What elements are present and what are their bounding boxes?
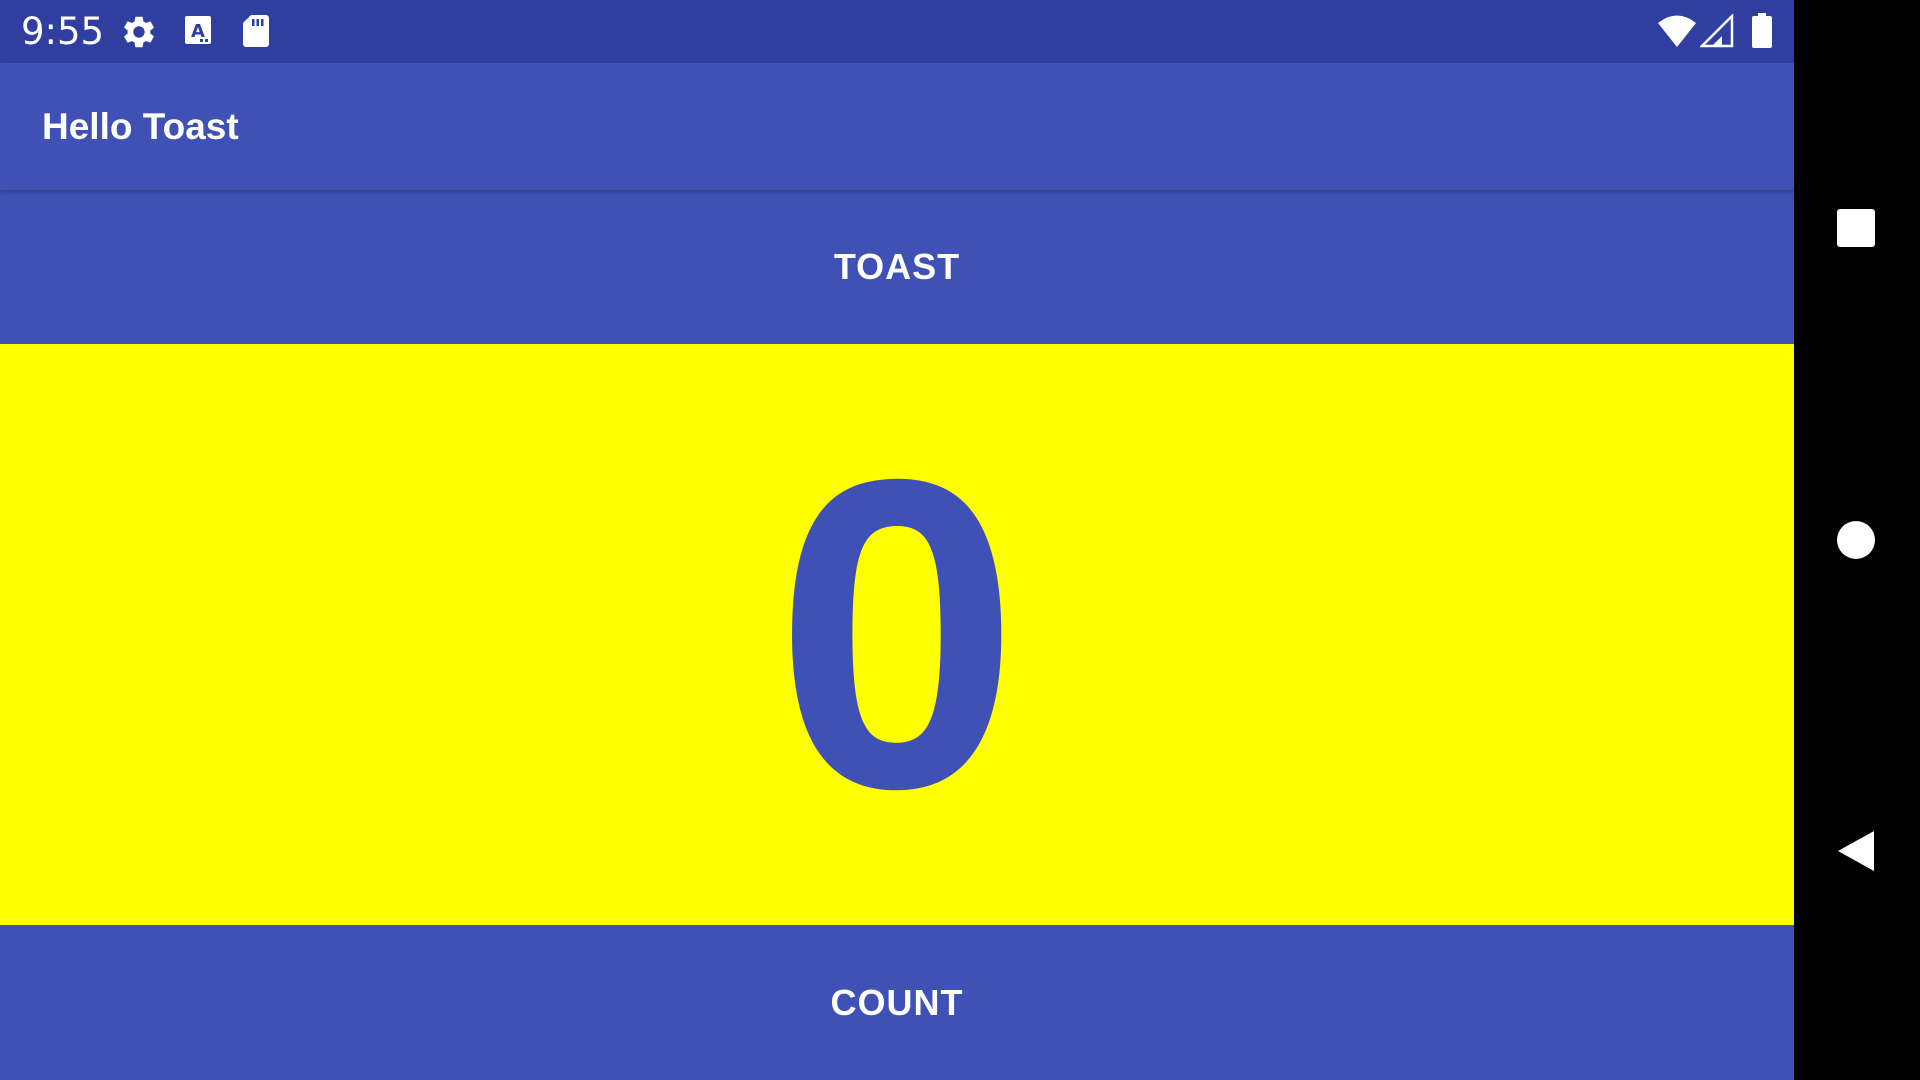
- recents-icon: [1837, 209, 1875, 247]
- back-icon: [1838, 831, 1874, 871]
- toast-button[interactable]: TOAST: [0, 190, 1794, 344]
- battery-icon: [1751, 13, 1773, 54]
- home-icon: [1837, 521, 1875, 559]
- navigation-bar: [1794, 0, 1920, 1080]
- recents-button[interactable]: [1794, 168, 1920, 288]
- count-value: 0: [774, 388, 1020, 880]
- wifi-icon: [1657, 14, 1697, 53]
- sd-card-icon: [242, 14, 270, 53]
- app-title: Hello Toast: [42, 106, 239, 147]
- app-toolbar: Hello Toast: [0, 63, 1794, 190]
- home-button[interactable]: [1794, 480, 1920, 600]
- svg-text:A: A: [191, 21, 205, 42]
- status-bar: 9:55 A: [0, 0, 1794, 63]
- a-keyboard-icon: A: [184, 15, 212, 52]
- gear-icon: [120, 13, 158, 56]
- count-display-area: 0: [0, 344, 1794, 925]
- cell-signal-icon: [1698, 12, 1734, 53]
- back-button[interactable]: [1794, 791, 1920, 911]
- app-screen: 9:55 A Hello Toast TOAST 0 COUNT: [0, 0, 1794, 1080]
- status-time: 9:55: [21, 10, 105, 53]
- count-button[interactable]: COUNT: [0, 925, 1794, 1080]
